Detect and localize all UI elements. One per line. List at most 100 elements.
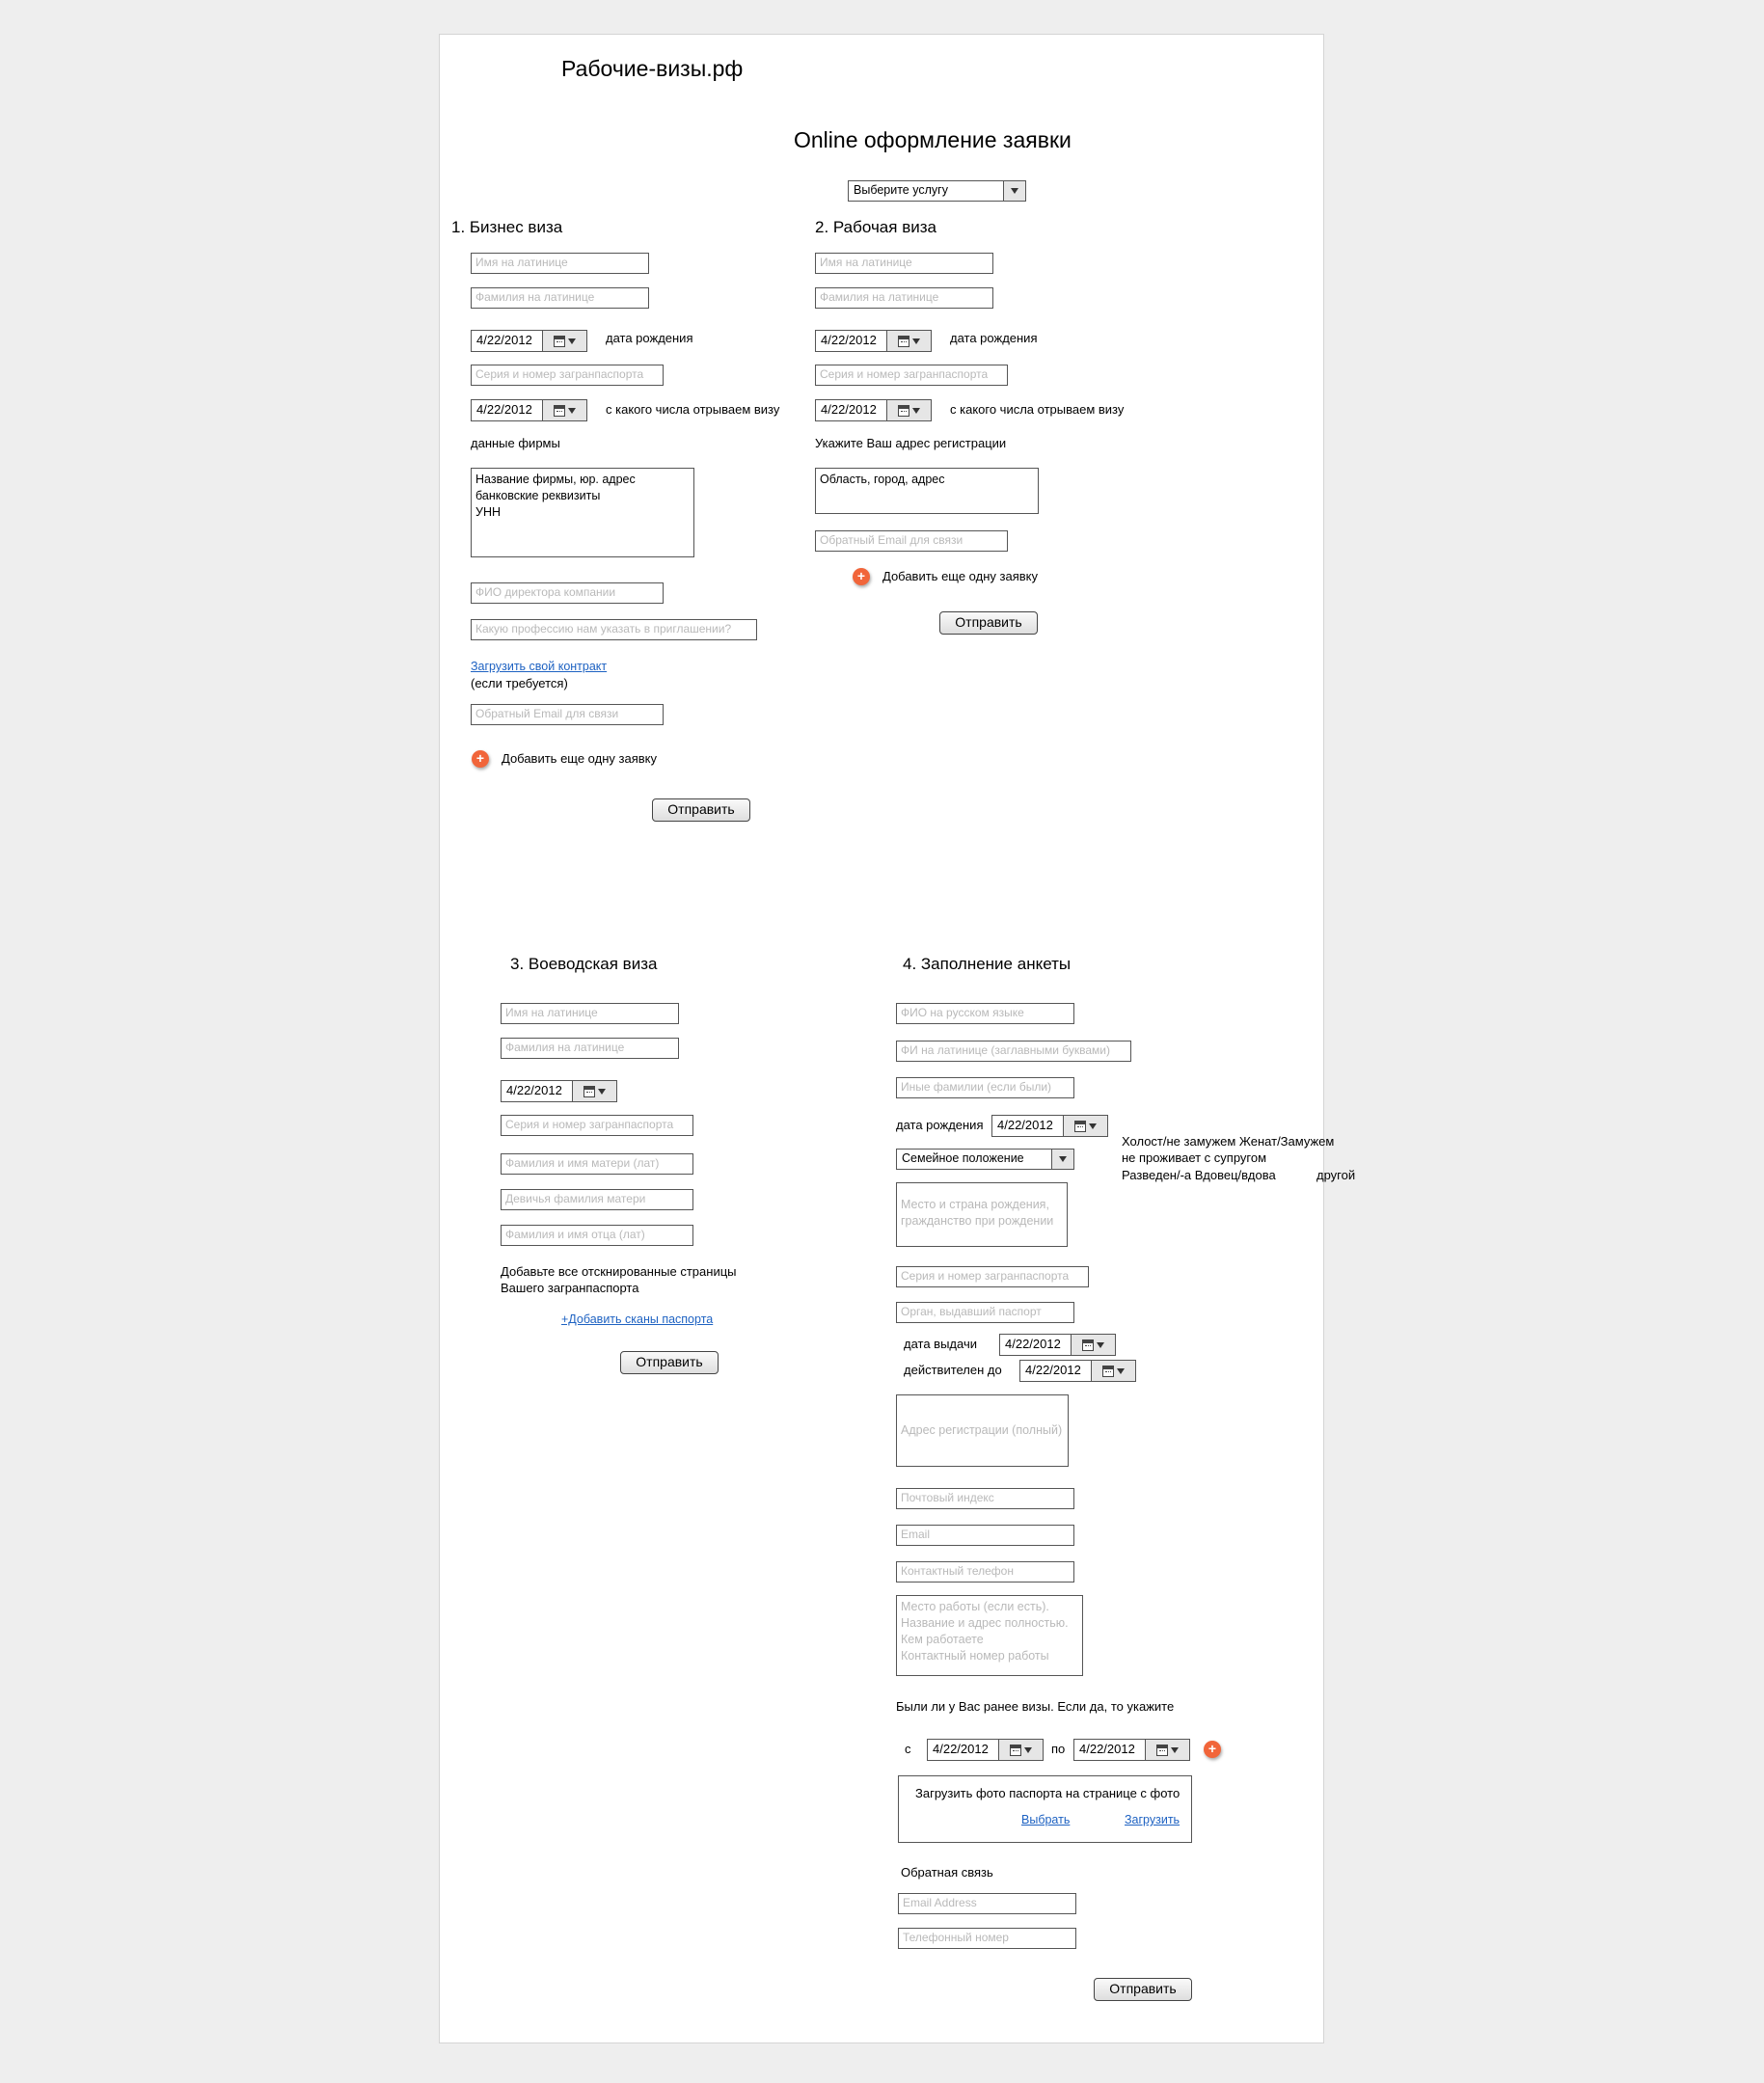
from-label: с <box>905 1742 911 1756</box>
mother-maiden-name-input[interactable]: Девичья фамилия матери <box>501 1189 693 1210</box>
mother-name-input[interactable]: Фамилия и имя матери (лат) <box>501 1153 693 1175</box>
add-application-label[interactable]: Добавить еще одну заявку <box>502 751 657 767</box>
prev-visa-to-date-picker[interactable]: 4/22/2012 <box>1073 1739 1190 1761</box>
address-label: Укажите Ваш адрес регистрации <box>815 436 1007 450</box>
workplace-textarea[interactable]: Место работы (если есть). Название и адр… <box>896 1595 1083 1676</box>
scans-instruction-line-1: Добавьте все отскнированные страницы <box>501 1264 737 1279</box>
director-input[interactable]: ФИО директора компании <box>471 582 664 604</box>
marital-option: Холост/не замужем Женат/Замужем <box>1122 1134 1335 1149</box>
address-textarea[interactable]: Область, город, адрес <box>815 468 1039 514</box>
chevron-down-icon <box>1097 1341 1104 1348</box>
submit-button[interactable]: Отправить <box>620 1351 719 1374</box>
section-work-visa-title: 2. Рабочая виза <box>815 218 936 236</box>
calendar-icon <box>583 1085 595 1097</box>
registration-address-textarea[interactable]: Адрес регистрации (полный) <box>896 1394 1069 1467</box>
issue-date-picker[interactable]: 4/22/2012 <box>999 1334 1116 1356</box>
calendar-dropdown[interactable] <box>1091 1361 1135 1381</box>
phone-input[interactable]: Контактный телефон <box>896 1561 1074 1583</box>
service-select[interactable]: Выберите услугу <box>848 180 1026 202</box>
calendar-dropdown[interactable] <box>886 400 931 420</box>
dob-value: 4/22/2012 <box>997 1118 1053 1132</box>
calendar-dropdown[interactable] <box>886 331 931 351</box>
other-surnames-input[interactable]: Иные фамилии (если были) <box>896 1077 1074 1098</box>
chevron-down-icon <box>568 338 576 344</box>
submit-button[interactable]: Отправить <box>1094 1978 1192 2001</box>
add-application-label[interactable]: Добавить еще одну заявку <box>882 569 1038 584</box>
first-name-input[interactable]: Имя на латинице <box>471 253 649 274</box>
calendar-dropdown[interactable] <box>572 1081 616 1101</box>
calendar-dropdown[interactable] <box>998 1740 1043 1760</box>
calendar-dropdown[interactable] <box>542 331 586 351</box>
calendar-dropdown[interactable] <box>542 400 586 420</box>
email-input[interactable]: Обратный Email для связи <box>815 530 1008 552</box>
choose-file-link[interactable]: Выбрать <box>1021 1812 1070 1827</box>
prev-visa-from-value: 4/22/2012 <box>933 1742 989 1756</box>
plus-icon[interactable]: + <box>853 568 870 585</box>
upload-file-link[interactable]: Загрузить <box>1125 1812 1180 1827</box>
full-name-ru-input[interactable]: ФИО на русском языке <box>896 1003 1074 1024</box>
plus-icon[interactable]: + <box>1204 1741 1221 1758</box>
calendar-icon <box>1156 1744 1168 1756</box>
page-title: Online оформление заявки <box>794 127 1072 152</box>
plus-icon[interactable]: + <box>472 750 489 768</box>
chevron-down-icon <box>598 1088 606 1095</box>
add-scans-link[interactable]: +Добавить сканы паспорта <box>561 1312 713 1327</box>
calendar-dropdown[interactable] <box>1063 1116 1107 1136</box>
feedback-label: Обратная связь <box>901 1865 993 1880</box>
dob-date-picker[interactable]: 4/22/2012 <box>991 1115 1108 1137</box>
visa-start-value: 4/22/2012 <box>821 402 877 417</box>
issue-date-label: дата выдачи <box>904 1337 977 1351</box>
calendar-icon <box>1102 1365 1114 1377</box>
email-input[interactable]: Email <box>896 1525 1074 1546</box>
upload-contract-link[interactable]: Загрузить свой контракт <box>471 659 607 674</box>
dob-date-picker[interactable]: 4/22/2012 <box>501 1080 617 1102</box>
passport-input[interactable]: Серия и номер загранпаспорта <box>471 365 664 386</box>
to-label: по <box>1051 1742 1066 1756</box>
visa-start-date-picker[interactable]: 4/22/2012 <box>815 399 932 421</box>
visa-start-date-picker[interactable]: 4/22/2012 <box>471 399 587 421</box>
section-voivodeship-visa-title: 3. Воеводская виза <box>510 955 658 973</box>
submit-button[interactable]: Отправить <box>939 611 1038 635</box>
calendar-icon <box>898 335 909 347</box>
dob-label: дата рождения <box>950 331 1038 345</box>
visa-start-value: 4/22/2012 <box>476 402 532 417</box>
birthplace-textarea[interactable]: Место и страна рождения, гражданство при… <box>896 1182 1068 1247</box>
valid-until-date-picker[interactable]: 4/22/2012 <box>1019 1360 1136 1382</box>
passport-issuer-input[interactable]: Орган, выдавший паспорт <box>896 1302 1074 1323</box>
marital-status-select[interactable]: Семейное положение <box>896 1149 1074 1170</box>
email-input[interactable]: Обратный Email для связи <box>471 704 664 725</box>
calendar-icon <box>554 335 565 347</box>
calendar-icon <box>1010 1744 1021 1756</box>
calendar-dropdown[interactable] <box>1145 1740 1189 1760</box>
chevron-down-icon <box>1024 1746 1032 1753</box>
dob-date-picker[interactable]: 4/22/2012 <box>815 330 932 352</box>
submit-button[interactable]: Отправить <box>652 798 750 822</box>
last-name-input[interactable]: Фамилия на латинице <box>815 287 993 309</box>
company-textarea[interactable]: Название фирмы, юр. адрес банковские рек… <box>471 468 694 557</box>
section-questionnaire-title: 4. Заполнение анкеты <box>903 955 1072 973</box>
issue-date-value: 4/22/2012 <box>1005 1337 1061 1351</box>
postcode-input[interactable]: Почтовый индекс <box>896 1488 1074 1509</box>
profession-input[interactable]: Какую профессию нам указать в приглашени… <box>471 619 757 640</box>
prev-visa-from-date-picker[interactable]: 4/22/2012 <box>927 1739 1044 1761</box>
first-name-input[interactable]: Имя на латинице <box>501 1003 679 1024</box>
passport-input[interactable]: Серия и номер загранпаспорта <box>501 1115 693 1136</box>
last-name-input[interactable]: Фамилия на латинице <box>501 1038 679 1059</box>
calendar-dropdown[interactable] <box>1071 1335 1115 1355</box>
passport-input[interactable]: Серия и номер загранпаспорта <box>815 365 1008 386</box>
marital-option: не проживает с супругом <box>1122 1150 1267 1165</box>
scans-instruction-line-2: Вашего загранпаспорта <box>501 1281 639 1295</box>
dob-date-picker[interactable]: 4/22/2012 <box>471 330 587 352</box>
name-lat-input[interactable]: ФИ на латинице (заглавными буквами) <box>896 1041 1131 1062</box>
service-select-value: Выберите услугу <box>854 183 948 197</box>
dob-label: дата рождения <box>606 331 693 345</box>
last-name-input[interactable]: Фамилия на латинице <box>471 287 649 309</box>
feedback-phone-input[interactable]: Телефонный номер <box>898 1928 1076 1949</box>
feedback-email-input[interactable]: Email Address <box>898 1893 1076 1914</box>
first-name-input[interactable]: Имя на латинице <box>815 253 993 274</box>
company-label: данные фирмы <box>471 436 560 450</box>
upload-note: (если требуется) <box>471 676 568 690</box>
passport-input[interactable]: Серия и номер загранпаспорта <box>896 1266 1089 1287</box>
father-name-input[interactable]: Фамилия и имя отца (лат) <box>501 1225 693 1246</box>
passport-photo-upload-title: Загрузить фото паспорта на странице с фо… <box>915 1786 1181 1800</box>
